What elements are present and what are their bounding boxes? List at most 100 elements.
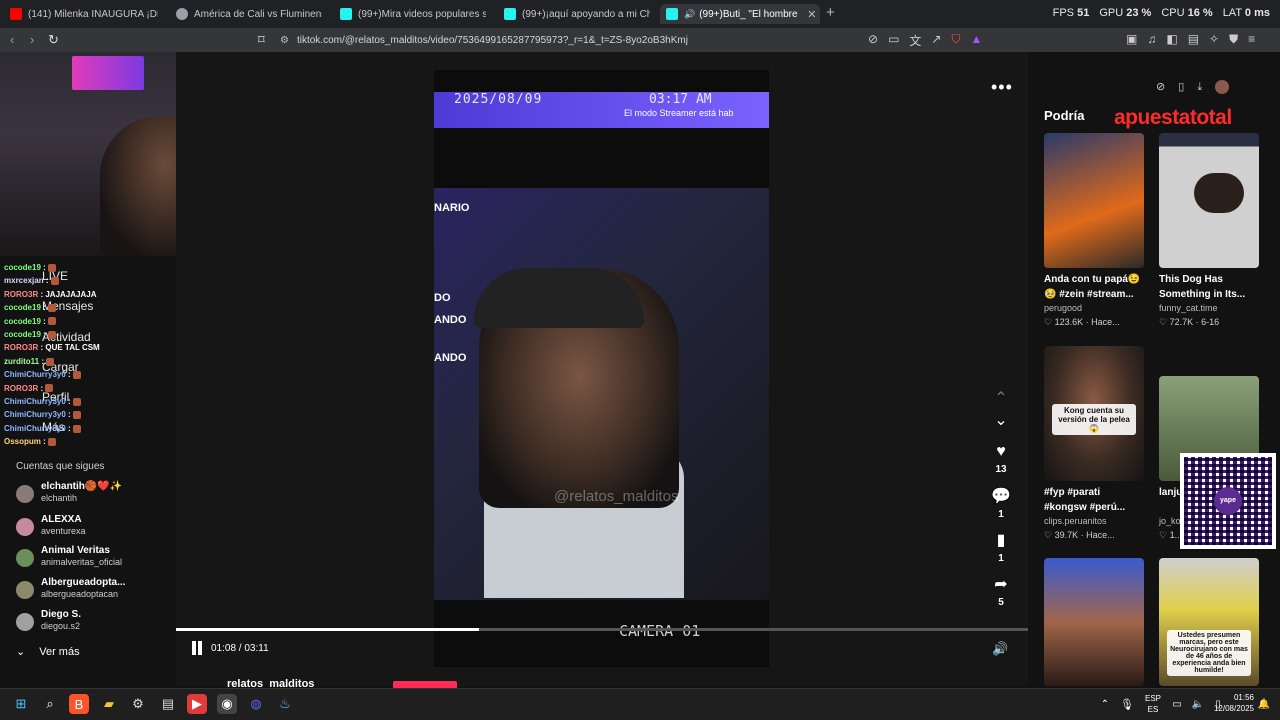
share-icon[interactable]: ↗ [931, 32, 941, 49]
emote-icon [72, 424, 81, 433]
save-count: 1 [998, 553, 1004, 564]
music-icon[interactable]: ♫ [1147, 32, 1156, 47]
comment-button[interactable]: 💬 1 [988, 486, 1014, 520]
share-arrow-icon: ➦ [994, 576, 1008, 593]
profile-avatar[interactable] [1215, 80, 1230, 95]
share-count: 5 [998, 597, 1004, 608]
brave-browser-icon[interactable]: B [69, 694, 89, 714]
reload-icon[interactable]: ↻ [48, 32, 59, 48]
menu-icon[interactable]: ≡ [1248, 32, 1255, 47]
following-account[interactable]: Animal Veritas animalveritas_oficial [16, 545, 166, 575]
rewards-icon[interactable]: ▲ [971, 32, 983, 49]
microphone-icon[interactable]: 🎙 [1117, 694, 1137, 714]
following-account[interactable]: elchantih🏀❤️✨ elchantih [16, 481, 166, 511]
video-card[interactable]: Ustedes presumen marcas, pero este Neuro… [1159, 558, 1259, 686]
chat-message: ChimiChurry3y0 : [4, 370, 81, 379]
following-account[interactable]: Albergueadopta... albergueadoptacan [16, 577, 166, 607]
chat-username: Ossopum [4, 437, 41, 447]
notification-icon[interactable]: 🔔 [1254, 694, 1274, 714]
new-tab-button[interactable]: + [826, 4, 835, 21]
chat-username: mxrcexjan [4, 276, 44, 286]
video-card[interactable] [1044, 558, 1144, 686]
bookmark-icon[interactable]: ⌑ [258, 32, 265, 48]
video-app-icon[interactable]: ▶ [187, 694, 207, 714]
search-icon[interactable]: ⌕ [40, 694, 60, 714]
windows-start-icon[interactable]: ⊞ [11, 694, 31, 714]
avatar [16, 518, 34, 536]
history-icon[interactable]: ⊘ [1156, 81, 1165, 93]
sidebar-icon[interactable]: ◧ [1166, 32, 1177, 47]
chat-message: cocode19 : [4, 303, 57, 312]
obs-icon[interactable]: ◉ [217, 694, 237, 714]
clock-date: 12/08/2025 [1213, 704, 1254, 713]
heart-icon: ♥ [996, 443, 1006, 460]
volume-icon[interactable]: 🔊 [992, 641, 1008, 657]
video-card[interactable]: This Dog Has Something in Its... funny_c… [1159, 133, 1259, 328]
tab-tiktok-active[interactable]: 🔊 (99+)Buti_ "El hombre que na ✕ [660, 4, 820, 24]
tab-youtube[interactable]: (141) Milenka INAUGURA ¡DISE [6, 4, 158, 24]
close-tab-icon[interactable]: ✕ [807, 8, 816, 21]
steam-icon[interactable]: ♨ [275, 694, 295, 714]
previous-video-button[interactable]: ⌃ [988, 388, 1014, 408]
like-count: 13 [995, 464, 1007, 475]
discord-icon[interactable]: ◍ [246, 694, 266, 714]
like-button[interactable]: ♥ 13 [988, 443, 1014, 475]
following-account[interactable]: Diego S. diegou.s2 [16, 609, 166, 639]
brave-shield-icon[interactable]: ⛉ [951, 32, 960, 49]
qr-pattern: yape [1184, 457, 1272, 545]
translate-icon[interactable]: 文 [909, 32, 921, 49]
tab-tiktok-charlie[interactable]: (99+)¡aquí apoyando a mi Charlie c| [500, 4, 650, 24]
progress-bar[interactable] [176, 628, 1028, 631]
screenshot-icon[interactable]: ▣ [1126, 32, 1137, 47]
see-more-link[interactable]: ⌄ Ver más [16, 645, 80, 658]
tab-match[interactable]: América de Cali vs Fluminense Partid [172, 4, 322, 24]
thumbnail-caption: Ustedes presumen marcas, pero este Neuro… [1167, 630, 1251, 676]
phone-icon[interactable]: ▯ [1178, 81, 1184, 93]
media-icon[interactable]: ⊘ [868, 32, 878, 49]
emote-icon [46, 357, 55, 366]
share-button[interactable]: ➦ 5 [988, 574, 1014, 608]
video-card[interactable]: Anda con tu papá😉🥹 #zein #stream... peru… [1044, 133, 1144, 328]
site-info-icon[interactable]: ⚙ [280, 35, 289, 46]
tab-label: (99+)Mira videos populares seleccion [358, 8, 486, 20]
emote-icon [72, 411, 81, 420]
fps-value: 51 [1077, 7, 1090, 19]
chat-username: ChimiChurry3y0 [4, 410, 66, 420]
tray-chevron-icon[interactable]: ⌃ [1095, 694, 1115, 714]
following-account[interactable]: ALEXXA aventurexa [16, 514, 166, 544]
next-video-button[interactable]: ⌄ [988, 410, 1014, 430]
chat-username: ChimiChurry3y0 [4, 397, 66, 406]
video-side-text: ANDO [434, 352, 467, 364]
tab-label: América de Cali vs Fluminense Partid [194, 8, 322, 20]
download-icon[interactable]: ⤓ [1197, 81, 1202, 93]
media-player-icon[interactable]: ▤ [158, 694, 178, 714]
more-options-icon[interactable]: ••• [991, 77, 1013, 98]
account-name: Diego S. [41, 609, 82, 620]
extensions-icon[interactable]: ✧ [1209, 32, 1219, 47]
clock[interactable]: 01:56 12/08/2025 [1214, 692, 1254, 714]
emote-icon [72, 371, 81, 380]
lat-label: LAT [1222, 7, 1242, 19]
gpu-value: 23 % [1126, 7, 1152, 19]
back-icon[interactable]: ‹ [10, 32, 14, 47]
language-indicator[interactable]: ESP ES [1145, 693, 1161, 715]
forward-icon[interactable]: › [30, 32, 34, 47]
vpn-icon[interactable]: ⛊ [1229, 32, 1238, 47]
video-frame[interactable]: 2025/08/09 03:17 AM El modo Streamer est… [434, 70, 769, 667]
app-icon[interactable]: ⚙ [128, 694, 148, 714]
cast-icon[interactable]: ▭ [888, 32, 899, 49]
card-meta: ♡ 123.6K · Hace... [1044, 317, 1120, 327]
volume-tray-icon[interactable]: 🔈 [1188, 694, 1208, 714]
pause-button[interactable] [190, 641, 204, 655]
dog-shape [1194, 173, 1244, 213]
progress-fill [176, 628, 480, 631]
tiktok-icon [340, 8, 352, 20]
tab-tiktok-popular[interactable]: (99+)Mira videos populares seleccion [336, 4, 486, 24]
chat-message: RORO3R : QUE TAL CSM [4, 343, 100, 353]
file-explorer-icon[interactable]: ▰ [99, 694, 119, 714]
video-card[interactable]: Kong cuenta su versión de la pelea 😱 #fy… [1044, 346, 1144, 541]
network-icon[interactable]: ▭ [1167, 694, 1187, 714]
wallet-icon[interactable]: ▤ [1188, 32, 1199, 47]
chat-message: mxrcexjan : [4, 276, 59, 285]
save-button[interactable]: ▮ 1 [988, 530, 1014, 564]
